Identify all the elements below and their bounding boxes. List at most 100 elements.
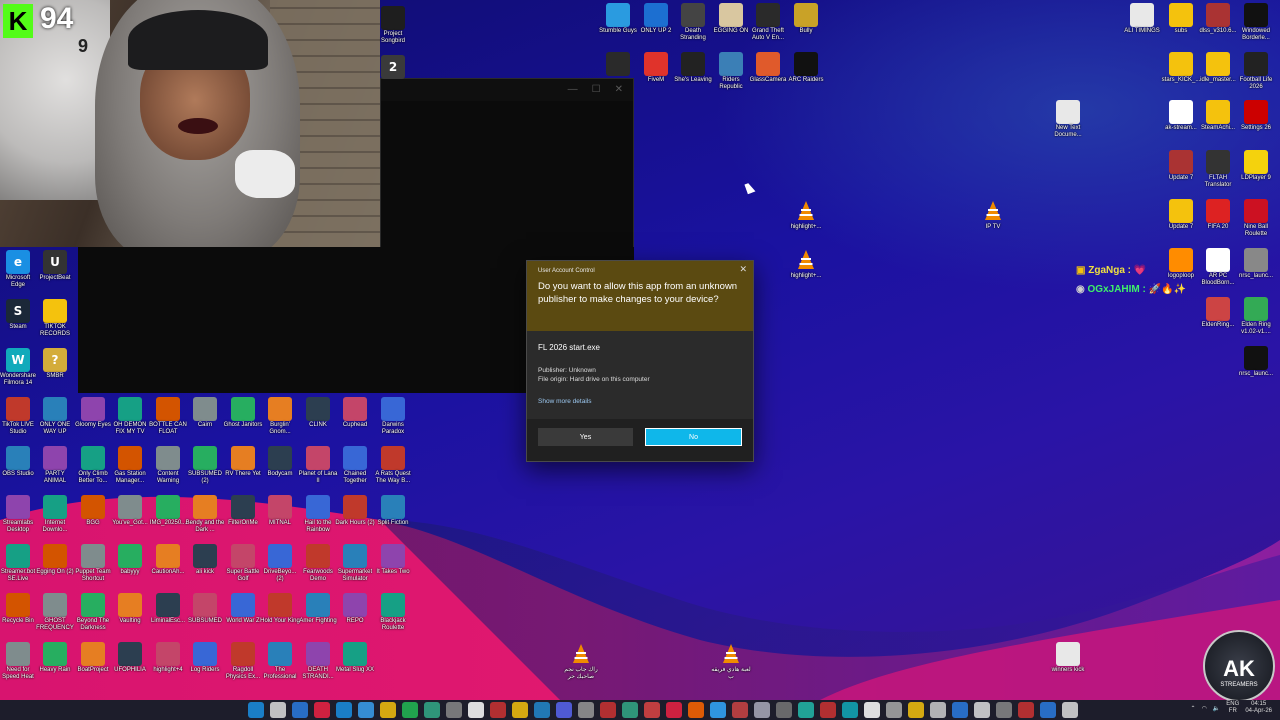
desktop-icon[interactable]: AR PC BloodBorn... bbox=[1198, 248, 1238, 287]
desktop-icon[interactable]: Elden Ring v1.02-v1.... bbox=[1236, 297, 1276, 336]
desktop-icon[interactable]: W Wondershare Filmora 14 bbox=[0, 348, 38, 387]
desktop-icon[interactable]: MITNAL bbox=[260, 495, 300, 527]
wifi-icon[interactable]: ◠ bbox=[1202, 705, 1207, 712]
taskbar-app-icon[interactable] bbox=[622, 702, 638, 718]
show-more-details-link[interactable]: Show more details bbox=[527, 384, 753, 405]
taskbar-app-icon[interactable] bbox=[380, 702, 396, 718]
taskbar-app-icon[interactable] bbox=[842, 702, 858, 718]
taskbar-app-icon[interactable] bbox=[732, 702, 748, 718]
taskbar-app-icon[interactable] bbox=[490, 702, 506, 718]
desktop-icon[interactable]: FLTAH Translator bbox=[1198, 150, 1238, 189]
desktop-icon[interactable]: ak-stream... bbox=[1161, 100, 1201, 132]
taskbar-app-icon[interactable] bbox=[930, 702, 946, 718]
desktop-icon[interactable]: Windowed Borderle... bbox=[1236, 3, 1276, 42]
taskbar-app-icon[interactable] bbox=[710, 702, 726, 718]
desktop-icon[interactable]: SteamAchi... bbox=[1198, 100, 1238, 132]
taskbar-app-icon[interactable] bbox=[776, 702, 792, 718]
desktop-icon[interactable]: S Steam bbox=[0, 299, 38, 331]
desktop-icon[interactable]: Riders Republic bbox=[711, 52, 751, 91]
desktop-icon[interactable]: Darwins Paradox bbox=[373, 397, 413, 436]
desktop-icon[interactable]: Settings 26 bbox=[1236, 100, 1276, 132]
vlc-icon[interactable]: IP TV bbox=[973, 199, 1013, 231]
desktop-icon[interactable]: dlss_v310.6... bbox=[1198, 3, 1238, 35]
taskbar-app-icon[interactable] bbox=[314, 702, 330, 718]
desktop-icon[interactable]: Only Climb Better To... bbox=[73, 446, 113, 485]
desktop-icon[interactable]: Blackjack Roulette bbox=[373, 593, 413, 632]
desktop-icon[interactable]: Metal Slug XX bbox=[335, 642, 375, 674]
desktop-icon[interactable]: Internet Downlo... bbox=[35, 495, 75, 534]
desktop-icon[interactable]: LDPlayer 9 bbox=[1236, 150, 1276, 182]
desktop-icon[interactable]: Death Stranding bbox=[673, 3, 713, 42]
taskbar-app-icon[interactable] bbox=[886, 702, 902, 718]
desktop-icon[interactable]: idle_master... bbox=[1198, 52, 1238, 84]
desktop-icon[interactable]: SUBSUMED bbox=[185, 593, 225, 625]
taskbar-app-icon[interactable] bbox=[292, 702, 308, 718]
taskbar-app-icon[interactable] bbox=[402, 702, 418, 718]
desktop-icon[interactable]: Split Fiction bbox=[373, 495, 413, 527]
desktop-icon[interactable]: Ragdoll Physics Ex... bbox=[223, 642, 263, 681]
desktop-icon[interactable]: Cairn bbox=[185, 397, 225, 429]
desktop-icon[interactable] bbox=[598, 52, 638, 77]
desktop-icon[interactable]: IMG_20250... bbox=[148, 495, 188, 527]
chevron-up-icon[interactable]: ⌃ bbox=[1191, 705, 1196, 712]
desktop-icon[interactable]: Ghost Janitors bbox=[223, 397, 263, 429]
taskbar-app-icon[interactable] bbox=[754, 702, 770, 718]
desktop-icon[interactable]: TIKTOK RECORDS bbox=[35, 299, 75, 338]
desktop-icon[interactable]: Planet of Lana II bbox=[298, 446, 338, 485]
desktop-icon[interactable]: U ProjectBeat bbox=[35, 250, 75, 282]
desktop-icon[interactable]: Gas Station Manager... bbox=[110, 446, 150, 485]
desktop-icon[interactable]: EGGING ON bbox=[711, 3, 751, 35]
desktop-icon[interactable]: Football Life 2026 bbox=[1236, 52, 1276, 91]
taskbar-app-icon[interactable] bbox=[336, 702, 352, 718]
desktop-icon[interactable]: BGG bbox=[73, 495, 113, 527]
desktop-icon[interactable]: e Microsoft Edge bbox=[0, 250, 38, 289]
desktop-icon[interactable]: The Professional bbox=[260, 642, 300, 681]
taskbar-app-icon[interactable] bbox=[1062, 702, 1078, 718]
close-icon[interactable]: ✕ bbox=[739, 264, 747, 275]
taskbar-app-icon[interactable] bbox=[644, 702, 660, 718]
desktop-icon[interactable]: nrsc_launc... bbox=[1236, 248, 1276, 280]
desktop-icon[interactable]: OBS Studio bbox=[0, 446, 38, 478]
desktop-icon[interactable]: GlassCamera bbox=[748, 52, 788, 84]
desktop-icon[interactable]: Need for Speed Heat bbox=[0, 642, 38, 681]
desktop-icon[interactable]: ARC Raiders bbox=[786, 52, 826, 84]
desktop-icon[interactable]: ? SMBR bbox=[35, 348, 75, 380]
desktop-icon[interactable]: RV There Yet bbox=[223, 446, 263, 478]
taskbar-app-icon[interactable] bbox=[996, 702, 1012, 718]
desktop-icon[interactable]: UFOPHILIA bbox=[110, 642, 150, 674]
desktop-icon[interactable]: FilterOnMe bbox=[223, 495, 263, 527]
taskbar-clock[interactable]: 04:15 04-Apr-26 bbox=[1245, 701, 1272, 715]
desktop-icon[interactable]: ali kick bbox=[185, 544, 225, 576]
desktop-icon[interactable]: ALI TIMINGS bbox=[1122, 3, 1162, 35]
desktop-icon[interactable]: Vaulting bbox=[110, 593, 150, 625]
desktop-icon[interactable]: TikTok LIVE Studio bbox=[0, 397, 38, 436]
desktop-icon[interactable]: New Text Docume... bbox=[1048, 100, 1088, 139]
taskbar-app-icon[interactable] bbox=[820, 702, 836, 718]
desktop-icon[interactable]: LiminalEsc... bbox=[148, 593, 188, 625]
desktop-icon[interactable]: Bendy and the Dark ... bbox=[185, 495, 225, 534]
vlc-icon[interactable]: highlight+... bbox=[786, 248, 826, 280]
no-button[interactable]: No bbox=[645, 428, 742, 446]
desktop-icon[interactable]: Beyond The Darkness bbox=[73, 593, 113, 632]
app-window[interactable]: — ☐ ✕ bbox=[380, 78, 634, 254]
desktop-icon[interactable]: ONLY ONE WAY UP bbox=[35, 397, 75, 436]
taskbar-app-icon[interactable] bbox=[952, 702, 968, 718]
desktop-icon[interactable]: REPO bbox=[335, 593, 375, 625]
desktop-icon[interactable]: Chained Together bbox=[335, 446, 375, 485]
desktop-icon[interactable]: BoatProject bbox=[73, 642, 113, 674]
desktop-icon[interactable]: Streamer.bot SE.Live bbox=[0, 544, 38, 583]
desktop-icon[interactable]: ONLY UP 2 bbox=[636, 3, 676, 35]
desktop-icon[interactable]: subs bbox=[1161, 3, 1201, 35]
desktop-icon[interactable]: A Rats Quest The Way B... bbox=[373, 446, 413, 485]
desktop-icon[interactable]: World War Z bbox=[223, 593, 263, 625]
desktop-icon[interactable]: Update 7 bbox=[1161, 150, 1201, 182]
close-icon[interactable]: ✕ bbox=[615, 84, 623, 101]
taskbar-app-icon[interactable] bbox=[666, 702, 682, 718]
taskbar-app-icon[interactable] bbox=[600, 702, 616, 718]
desktop-icon[interactable]: Heavy Rain bbox=[35, 642, 75, 674]
desktop-icon[interactable]: DEATH STRANDI... bbox=[298, 642, 338, 681]
desktop-icon[interactable]: FiveM bbox=[636, 52, 676, 84]
desktop-icon[interactable]: stars_KICK_... bbox=[1161, 52, 1201, 84]
desktop-icon[interactable]: OH DEMON FIX MY TV bbox=[110, 397, 150, 436]
vlc-icon[interactable]: لعبة هادي فريقه ب bbox=[711, 642, 751, 681]
